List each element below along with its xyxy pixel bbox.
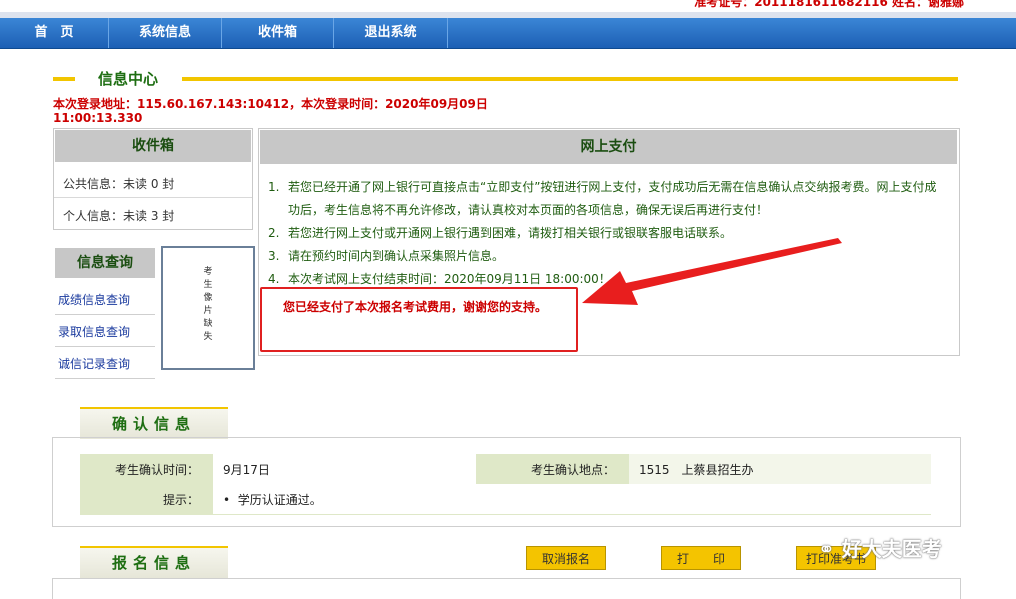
arrow-annotation-icon xyxy=(582,238,842,305)
query-divider xyxy=(55,378,155,379)
inbox-title: 收件箱 xyxy=(55,130,251,162)
payment-note: 1. 若您已经开通了网上银行可直接点击“立即支付”按钮进行网上支付，支付成功后无需… xyxy=(268,180,937,217)
title-rule-left xyxy=(53,77,75,81)
tip-label: 提示： xyxy=(80,484,213,515)
confirm-time-value: 9月17日 xyxy=(213,454,476,484)
main-nav: 首 页 系统信息 收件箱 退出系统 xyxy=(0,18,1016,49)
registration-panel xyxy=(52,578,961,599)
query-divider xyxy=(55,346,155,347)
wechat-icon: ⚭ xyxy=(818,537,835,561)
nav-home[interactable]: 首 页 xyxy=(0,18,109,48)
confirm-table: 考生确认时间： 9月17日 考生确认地点： 1515 上蔡县招生办 提示： • … xyxy=(80,454,931,515)
photo-missing-text: 考生像片缺失 xyxy=(203,267,213,342)
tip-value: • 学历认证通过。 xyxy=(213,484,931,515)
confirm-place-label: 考生确认地点： xyxy=(476,454,629,484)
inbox-public[interactable]: 公共信息：未读 0 封 xyxy=(63,175,174,192)
confirm-time-label: 考生确认时间： xyxy=(80,454,213,484)
payment-title: 网上支付 xyxy=(260,130,957,164)
query-score-link[interactable]: 成绩信息查询 xyxy=(58,291,130,308)
table-row: 提示： • 学历认证通过。 xyxy=(80,484,931,515)
registration-section-title: 报名信息 xyxy=(80,546,228,578)
inbox-panel: 收件箱 公共信息：未读 0 封 个人信息：未读 3 封 xyxy=(53,128,253,230)
title-rule-right xyxy=(182,77,958,81)
candidate-info: 准考证号：2011181611682116 姓名：谢雅娜 xyxy=(694,0,964,9)
info-center-title: 信息中心 xyxy=(98,70,159,88)
query-title: 信息查询 xyxy=(55,248,155,278)
inbox-personal[interactable]: 个人信息：未读 3 封 xyxy=(63,207,174,224)
table-row: 考生确认时间： 9月17日 考生确认地点： 1515 上蔡县招生办 xyxy=(80,454,931,484)
nav-inbox[interactable]: 收件箱 xyxy=(222,18,334,48)
query-divider xyxy=(55,314,155,315)
inbox-divider xyxy=(54,197,252,198)
nav-system-info[interactable]: 系统信息 xyxy=(109,18,222,48)
nav-logout[interactable]: 退出系统 xyxy=(334,18,448,48)
paid-message: 您已经支付了本次报名考试费用，谢谢您的支持。 xyxy=(283,300,548,314)
candidate-photo-placeholder: 考生像片缺失 xyxy=(161,246,255,370)
confirm-section-title: 确认信息 xyxy=(80,407,228,439)
cancel-registration-button[interactable]: 取消报名 xyxy=(526,546,606,570)
watermark-text: ⚭ 好大夫医考 xyxy=(818,537,942,561)
print-button[interactable]: 打 印 xyxy=(661,546,741,570)
query-admission-link[interactable]: 录取信息查询 xyxy=(58,323,130,340)
paid-highlight-box: 您已经支付了本次报名考试费用，谢谢您的支持。 xyxy=(260,287,578,352)
confirm-place-value: 1515 上蔡县招生办 xyxy=(629,454,931,484)
login-info: 本次登录地址：115.60.167.143:10412，本次登录时间：2020年… xyxy=(53,97,488,125)
query-credit-link[interactable]: 诚信记录查询 xyxy=(58,355,130,372)
